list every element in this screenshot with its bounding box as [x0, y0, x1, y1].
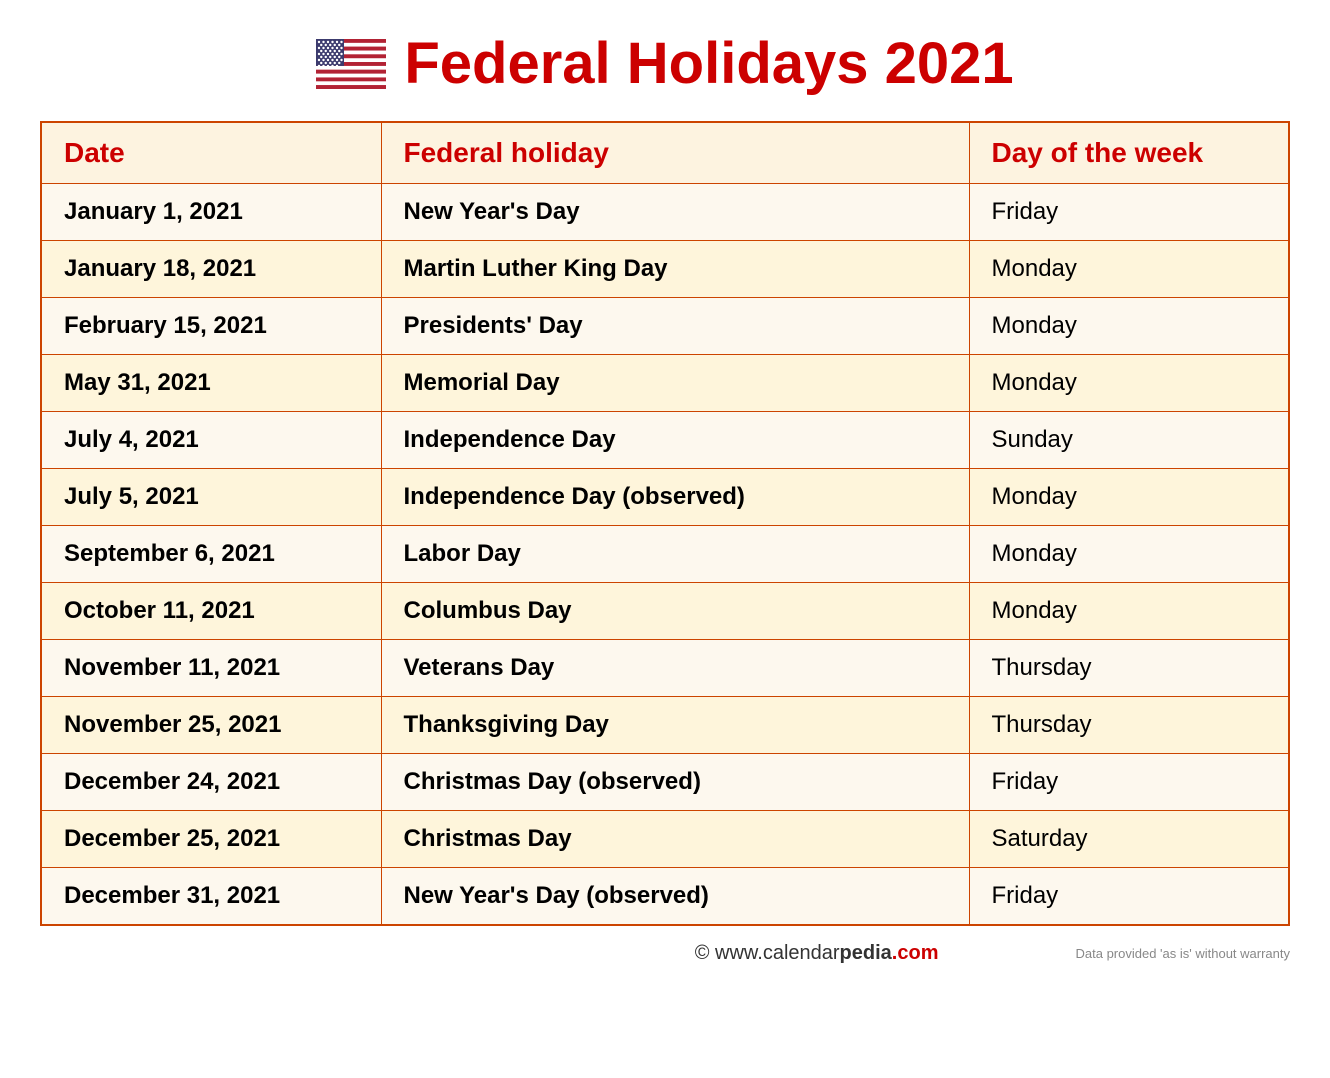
cell-day: Saturday — [969, 811, 1289, 868]
cell-holiday: Martin Luther King Day — [381, 241, 969, 298]
cell-holiday: Presidents' Day — [381, 298, 969, 355]
table-row: December 31, 2021New Year's Day (observe… — [41, 868, 1289, 926]
cell-holiday: Christmas Day (observed) — [381, 754, 969, 811]
cell-day: Monday — [969, 241, 1289, 298]
cell-date: November 11, 2021 — [41, 640, 381, 697]
cell-date: July 5, 2021 — [41, 469, 381, 526]
table-header-row: Date Federal holiday Day of the week — [41, 122, 1289, 184]
cell-day: Monday — [969, 469, 1289, 526]
col-header-day: Day of the week — [969, 122, 1289, 184]
cell-holiday: Thanksgiving Day — [381, 697, 969, 754]
cell-day: Sunday — [969, 412, 1289, 469]
holidays-table: Date Federal holiday Day of the week Jan… — [40, 121, 1290, 926]
table-row: January 18, 2021Martin Luther King DayMo… — [41, 241, 1289, 298]
col-header-date: Date — [41, 122, 381, 184]
cell-date: February 15, 2021 — [41, 298, 381, 355]
table-row: July 4, 2021Independence DaySunday — [41, 412, 1289, 469]
us-flag-icon — [316, 39, 386, 89]
cell-day: Monday — [969, 583, 1289, 640]
cell-day: Friday — [969, 868, 1289, 926]
table-row: May 31, 2021Memorial DayMonday — [41, 355, 1289, 412]
footer-credit: © www.calendarpedia.com — [558, 942, 1076, 965]
cell-date: November 25, 2021 — [41, 697, 381, 754]
table-row: December 24, 2021Christmas Day (observed… — [41, 754, 1289, 811]
page-title: Federal Holidays 2021 — [404, 30, 1013, 97]
footer-disclaimer: Data provided 'as is' without warranty — [1076, 946, 1291, 961]
col-header-holiday: Federal holiday — [381, 122, 969, 184]
page-header: Federal Holidays 2021 — [316, 30, 1013, 97]
cell-holiday: Christmas Day — [381, 811, 969, 868]
cell-date: May 31, 2021 — [41, 355, 381, 412]
cell-date: January 1, 2021 — [41, 184, 381, 241]
footer-credit-suffix: .com — [892, 942, 939, 964]
footer-credit-bold: pedia — [840, 942, 892, 964]
table-row: September 6, 2021Labor DayMonday — [41, 526, 1289, 583]
cell-date: December 25, 2021 — [41, 811, 381, 868]
cell-date: December 24, 2021 — [41, 754, 381, 811]
cell-day: Thursday — [969, 697, 1289, 754]
cell-day: Monday — [969, 298, 1289, 355]
table-row: December 25, 2021Christmas DaySaturday — [41, 811, 1289, 868]
cell-holiday: Independence Day — [381, 412, 969, 469]
table-row: July 5, 2021Independence Day (observed)M… — [41, 469, 1289, 526]
table-row: November 25, 2021Thanksgiving DayThursda… — [41, 697, 1289, 754]
cell-holiday: New Year's Day — [381, 184, 969, 241]
cell-holiday: Independence Day (observed) — [381, 469, 969, 526]
page-footer: © www.calendarpedia.com Data provided 'a… — [40, 942, 1290, 965]
cell-holiday: Veterans Day — [381, 640, 969, 697]
cell-date: July 4, 2021 — [41, 412, 381, 469]
cell-day: Thursday — [969, 640, 1289, 697]
cell-day: Monday — [969, 355, 1289, 412]
cell-date: January 18, 2021 — [41, 241, 381, 298]
cell-holiday: Columbus Day — [381, 583, 969, 640]
table-row: January 1, 2021New Year's DayFriday — [41, 184, 1289, 241]
table-row: February 15, 2021Presidents' DayMonday — [41, 298, 1289, 355]
cell-day: Friday — [969, 754, 1289, 811]
cell-day: Friday — [969, 184, 1289, 241]
cell-holiday: New Year's Day (observed) — [381, 868, 969, 926]
table-row: October 11, 2021Columbus DayMonday — [41, 583, 1289, 640]
cell-date: October 11, 2021 — [41, 583, 381, 640]
table-row: November 11, 2021Veterans DayThursday — [41, 640, 1289, 697]
cell-date: September 6, 2021 — [41, 526, 381, 583]
cell-holiday: Memorial Day — [381, 355, 969, 412]
cell-day: Monday — [969, 526, 1289, 583]
cell-holiday: Labor Day — [381, 526, 969, 583]
cell-date: December 31, 2021 — [41, 868, 381, 926]
